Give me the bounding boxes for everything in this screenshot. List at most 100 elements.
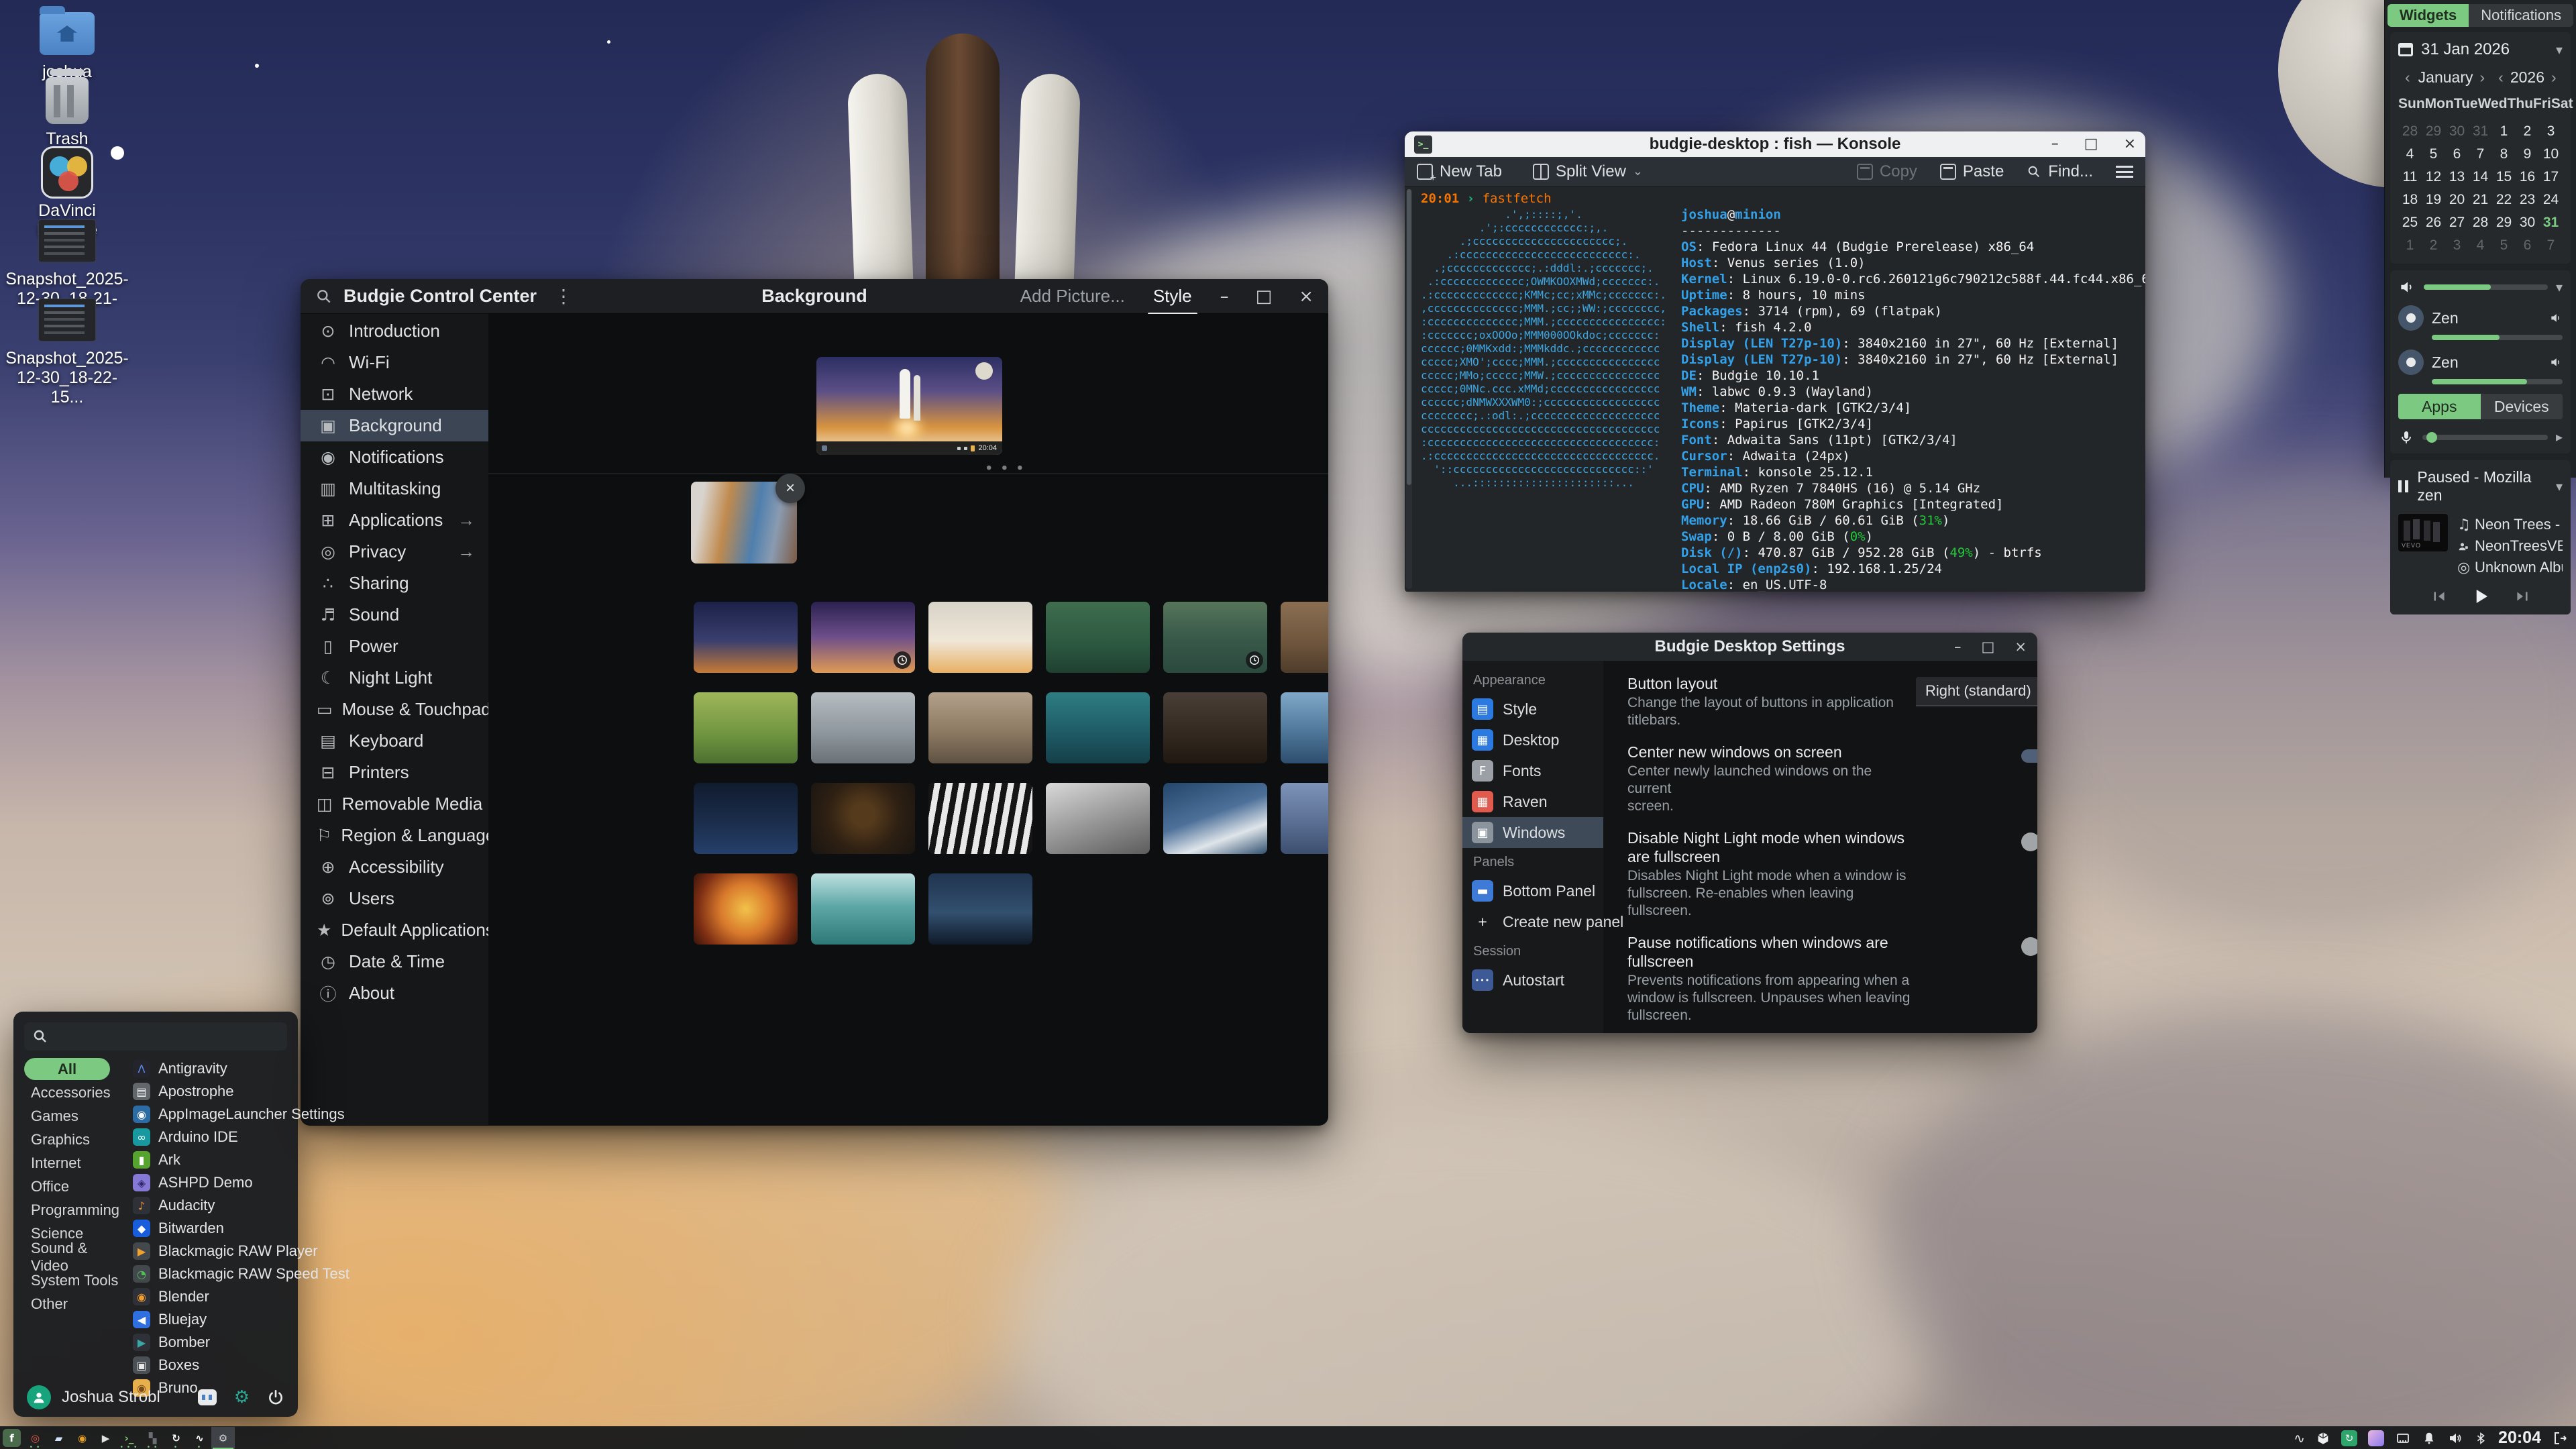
minimize-button[interactable]: – — [1220, 288, 1229, 305]
app-list-item[interactable]: ▣ Boxes — [133, 1354, 350, 1377]
calendar-day[interactable]: 4 — [2469, 235, 2492, 256]
calendar-day[interactable]: 19 — [2422, 190, 2445, 210]
ethernet-icon[interactable] — [2395, 1430, 2411, 1446]
taskbar-app-button[interactable]: ⚙ — [211, 1427, 235, 1449]
clock[interactable]: 20:04 — [2498, 1428, 2541, 1448]
wallpaper-thumbnail[interactable] — [928, 602, 1032, 673]
wallpaper-thumbnail[interactable] — [1281, 602, 1328, 673]
expander-icon[interactable]: ▸ — [2556, 429, 2563, 445]
taskbar-app-button[interactable]: ↻ • — [164, 1427, 188, 1449]
app-category[interactable]: System Tools — [24, 1269, 126, 1292]
calendar-day[interactable]: 4 — [2398, 144, 2422, 164]
wallpaper-thumbnail[interactable] — [811, 783, 915, 854]
calendar-day[interactable]: 2 — [2422, 235, 2445, 256]
app-category[interactable]: Sound & Video — [24, 1245, 126, 1269]
calendar-day[interactable]: 7 — [2539, 235, 2563, 256]
prev-month-button[interactable]: ‹ — [2398, 68, 2417, 87]
chevron-down-icon[interactable]: ▾ — [2556, 279, 2563, 296]
settings-sidebar-item[interactable]: ▣ Windows — [1462, 817, 1603, 848]
calendar-day[interactable]: 28 — [2398, 121, 2422, 142]
prev-year-button[interactable]: ‹ — [2491, 68, 2510, 87]
calendar-day[interactable]: 30 — [2516, 213, 2539, 233]
new-tab-button[interactable]: New Tab — [1417, 162, 1502, 181]
app-category[interactable]: All — [24, 1058, 110, 1080]
bell-icon[interactable] — [2422, 1431, 2436, 1446]
sidebar-item[interactable]: ⊟ Printers → — [301, 757, 488, 788]
app-list-item[interactable]: ▶ Blackmagic RAW Player — [133, 1240, 350, 1263]
center-new-windows-toggle[interactable] — [2021, 749, 2037, 763]
app-category[interactable]: Accessories — [24, 1081, 126, 1104]
calendar-day[interactable]: 3 — [2539, 121, 2563, 142]
kebab-menu-icon[interactable]: ⋮ — [554, 285, 573, 307]
calendar-day[interactable]: 1 — [2398, 235, 2422, 256]
scrollbar[interactable] — [1406, 189, 1412, 589]
close-button[interactable]: × — [2015, 640, 2027, 654]
calendar-day[interactable]: 10 — [2539, 144, 2563, 164]
wallpaper-thumbnail[interactable] — [694, 602, 798, 673]
find-button[interactable]: Find... — [2027, 162, 2093, 181]
calendar-day[interactable]: 29 — [2422, 121, 2445, 142]
cube-tray-icon[interactable] — [2316, 1431, 2330, 1446]
user-avatar[interactable] — [27, 1385, 51, 1409]
sidebar-item[interactable]: ◷ Date & Time → — [301, 946, 488, 977]
hamburger-menu-icon[interactable] — [2116, 166, 2133, 178]
next-year-button[interactable]: › — [2544, 68, 2563, 87]
next-month-button[interactable]: › — [2473, 68, 2492, 87]
sidebar-item[interactable]: ♬ Sound → — [301, 599, 488, 631]
diamond-tray-icon[interactable] — [2368, 1430, 2384, 1446]
calendar-day[interactable]: 14 — [2469, 167, 2492, 187]
app-list-item[interactable]: ◈ ASHPD Demo — [133, 1171, 350, 1194]
play-icon[interactable] — [2471, 586, 2491, 606]
app-volume-slider[interactable] — [2432, 335, 2563, 340]
taskbar-app-button[interactable]: ▚ • • — [141, 1427, 164, 1449]
calendar-day[interactable]: 5 — [2422, 144, 2445, 164]
taskbar-app-button[interactable]: ›_ • • • — [117, 1427, 141, 1449]
wallpaper-thumbnail[interactable] — [1046, 783, 1150, 854]
gear-icon[interactable]: ⚙ — [234, 1387, 250, 1407]
calendar-day[interactable]: 9 — [2516, 144, 2539, 164]
calendar-day[interactable]: 15 — [2492, 167, 2516, 187]
app-volume-slider[interactable] — [2432, 379, 2563, 384]
copy-button[interactable]: Copy — [1857, 162, 1917, 181]
master-volume-slider[interactable] — [2424, 284, 2548, 290]
taskbar-app-button[interactable]: f — [0, 1427, 23, 1449]
wallpaper-thumbnail[interactable] — [811, 873, 915, 945]
wallpaper-thumbnail[interactable] — [1281, 783, 1328, 854]
logout-icon[interactable] — [2552, 1430, 2568, 1446]
app-list-item[interactable]: ◆ Bitwarden — [133, 1217, 350, 1240]
app-category[interactable]: Office — [24, 1175, 126, 1198]
desktop-icon-snapshot-2[interactable]: Snapshot_2025- 12-30_18-22-15... — [7, 295, 127, 407]
style-button[interactable]: Style — [1152, 280, 1193, 312]
wallpaper-thumbnail[interactable] — [928, 692, 1032, 763]
desktop-icon-trash[interactable]: Trash — [7, 76, 127, 149]
sidebar-item[interactable]: ☾ Night Light → — [301, 662, 488, 694]
wallpaper-thumbnail[interactable] — [811, 602, 915, 673]
speaker-icon[interactable] — [2549, 356, 2563, 369]
wallpaper-thumbnail[interactable] — [928, 783, 1032, 854]
paste-button[interactable]: Paste — [1940, 162, 2004, 181]
calendar-day[interactable]: 26 — [2422, 213, 2445, 233]
settings-sidebar-item[interactable]: F Fonts — [1462, 755, 1603, 786]
calendar-day[interactable]: 6 — [2516, 235, 2539, 256]
calendar-day[interactable]: 27 — [2445, 213, 2469, 233]
calendar-day[interactable]: 7 — [2469, 144, 2492, 164]
power-icon[interactable] — [267, 1389, 284, 1406]
calendar-day[interactable]: 18 — [2398, 190, 2422, 210]
calendar-day[interactable]: 30 — [2445, 121, 2469, 142]
app-list-item[interactable]: ▮ Ark — [133, 1148, 350, 1171]
app-category[interactable]: Games — [24, 1104, 126, 1128]
calendar-day[interactable]: 31 — [2469, 121, 2492, 142]
sidebar-item[interactable]: ⊕ Accessibility → — [301, 851, 488, 883]
settings-sidebar-item[interactable]: ▤ Style — [1462, 694, 1603, 724]
wallpaper-thumbnail[interactable] — [928, 873, 1032, 945]
sidebar-item[interactable]: ⊙ Introduction → — [301, 315, 488, 347]
taskbar-app-button[interactable]: ▰ — [47, 1427, 70, 1449]
minimize-button[interactable]: – — [1954, 640, 1962, 654]
app-list-item[interactable]: ▶ Bomber — [133, 1331, 350, 1354]
settings-titlebar[interactable]: Budgie Desktop Settings – □ × — [1462, 633, 2037, 661]
sidebar-item[interactable]: ⓘ About → — [301, 977, 488, 1009]
calendar-day[interactable]: 31 — [2539, 213, 2563, 233]
wallpaper-thumbnail[interactable] — [1046, 602, 1150, 673]
disable-night-light-toggle[interactable] — [2021, 835, 2037, 849]
squiggle-tray-icon[interactable]: ∿ — [2294, 1430, 2305, 1446]
